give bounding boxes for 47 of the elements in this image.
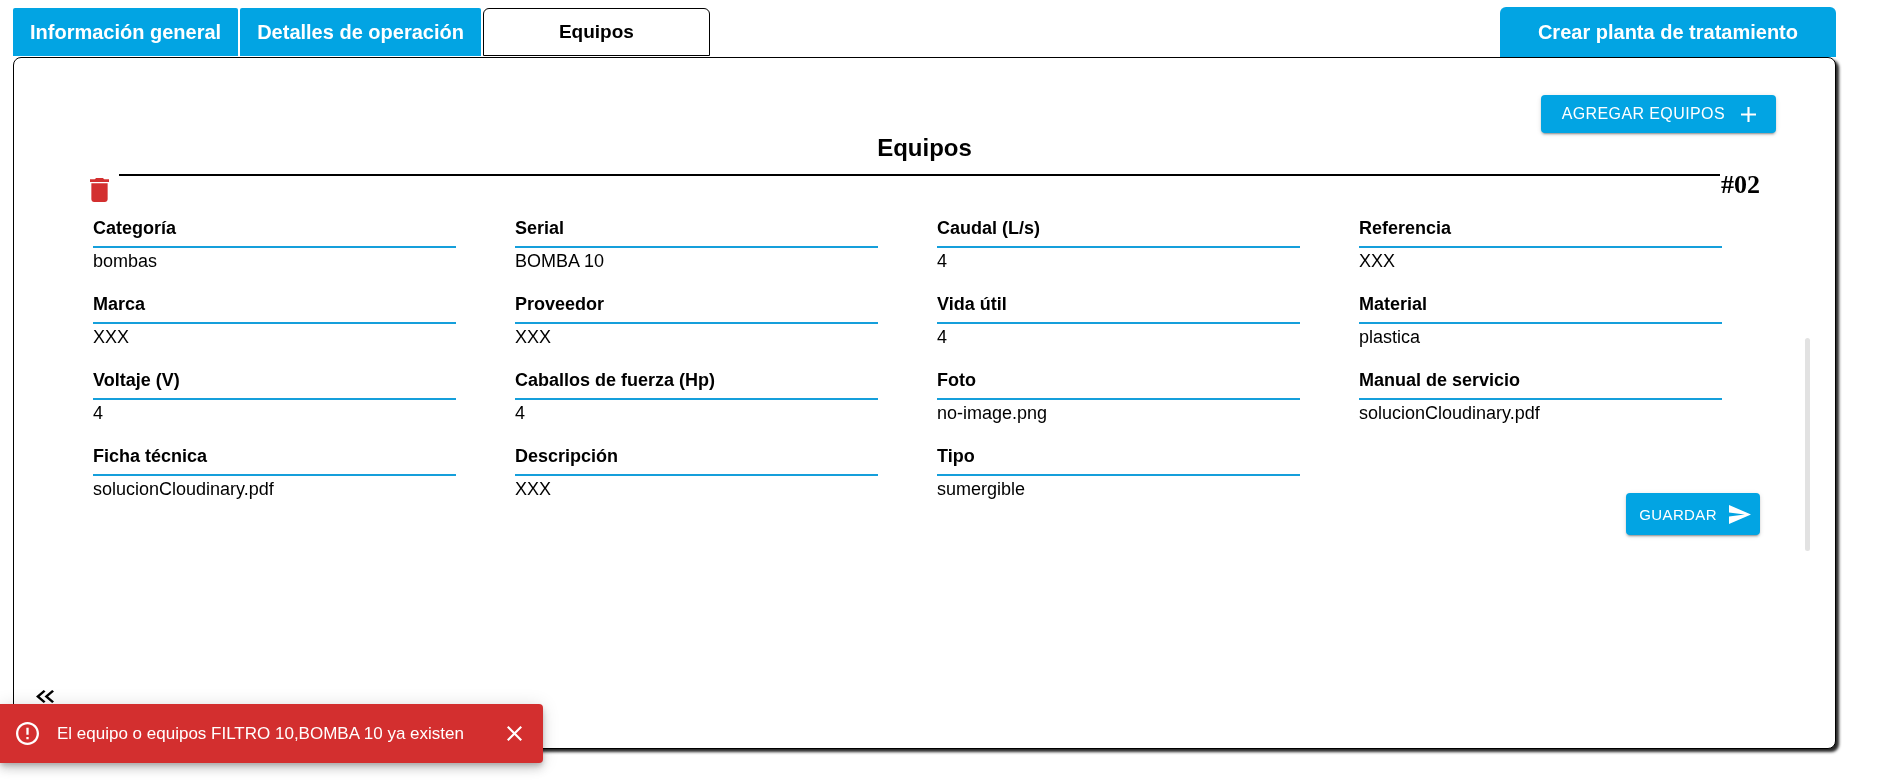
- plus-icon: [1741, 106, 1756, 122]
- create-plant-button[interactable]: Crear planta de tratamiento: [1499, 7, 1836, 57]
- field-label: Serial: [515, 217, 878, 248]
- field-label: Proveedor: [515, 293, 878, 324]
- close-icon: [507, 726, 522, 741]
- field-value: 4: [937, 326, 948, 348]
- field-label: Tipo: [937, 445, 1300, 476]
- field-value: sumergible: [937, 478, 1027, 500]
- snackbar-message: El equipo o equipos FILTRO 10,BOMBA 10 ya existen: [57, 723, 464, 744]
- close-button[interactable]: [507, 726, 522, 741]
- field-label: Foto: [937, 369, 1300, 400]
- field-label: Marca: [93, 293, 456, 324]
- field-value: no-image.png: [937, 402, 1049, 424]
- send-icon: [1729, 504, 1751, 524]
- add-equipment-button[interactable]: AGREGAR EQUIPOS: [1540, 95, 1776, 133]
- field-value: XXX: [1359, 250, 1397, 272]
- double-chevron-left-icon[interactable]: [36, 690, 54, 703]
- field-value: XXX: [515, 326, 553, 348]
- tab[interactable]: Equipos: [482, 8, 710, 56]
- field-value: XXX: [93, 326, 131, 348]
- equipment-number: #02: [1721, 176, 1760, 194]
- field-label: Caudal (L/s): [937, 217, 1300, 248]
- field-label: Categoría: [93, 217, 456, 248]
- field-label: Material: [1359, 293, 1722, 324]
- field-value: solucionCloudinary.pdf: [93, 478, 275, 500]
- field-value: plastica: [1359, 326, 1422, 348]
- alert-icon: [16, 722, 39, 745]
- field-label: Descripción: [515, 445, 878, 476]
- tab[interactable]: Detalles de operación: [240, 8, 481, 56]
- field-label: Voltaje (V): [93, 369, 456, 400]
- tab[interactable]: Información general: [13, 8, 239, 56]
- field-value: 4: [93, 402, 104, 424]
- field-label: Caballos de fuerza (Hp): [515, 369, 878, 400]
- section-title: Equipos: [876, 134, 973, 162]
- field-value: bombas: [93, 250, 159, 272]
- field-value: BOMBA 10: [515, 250, 606, 272]
- scrollbar-thumb[interactable]: [1805, 338, 1810, 551]
- field-label: Referencia: [1359, 217, 1722, 248]
- field-value: 4: [515, 402, 526, 424]
- save-button[interactable]: GUARDAR: [1626, 493, 1760, 535]
- field-value: 4: [937, 250, 948, 272]
- field-value: XXX: [515, 478, 553, 500]
- field-value: solucionCloudinary.pdf: [1359, 402, 1541, 424]
- field-label: Ficha técnica: [93, 445, 456, 476]
- field-label: Manual de servicio: [1359, 369, 1722, 400]
- field-label: Vida útil: [937, 293, 1300, 324]
- trash-icon[interactable]: [90, 178, 109, 202]
